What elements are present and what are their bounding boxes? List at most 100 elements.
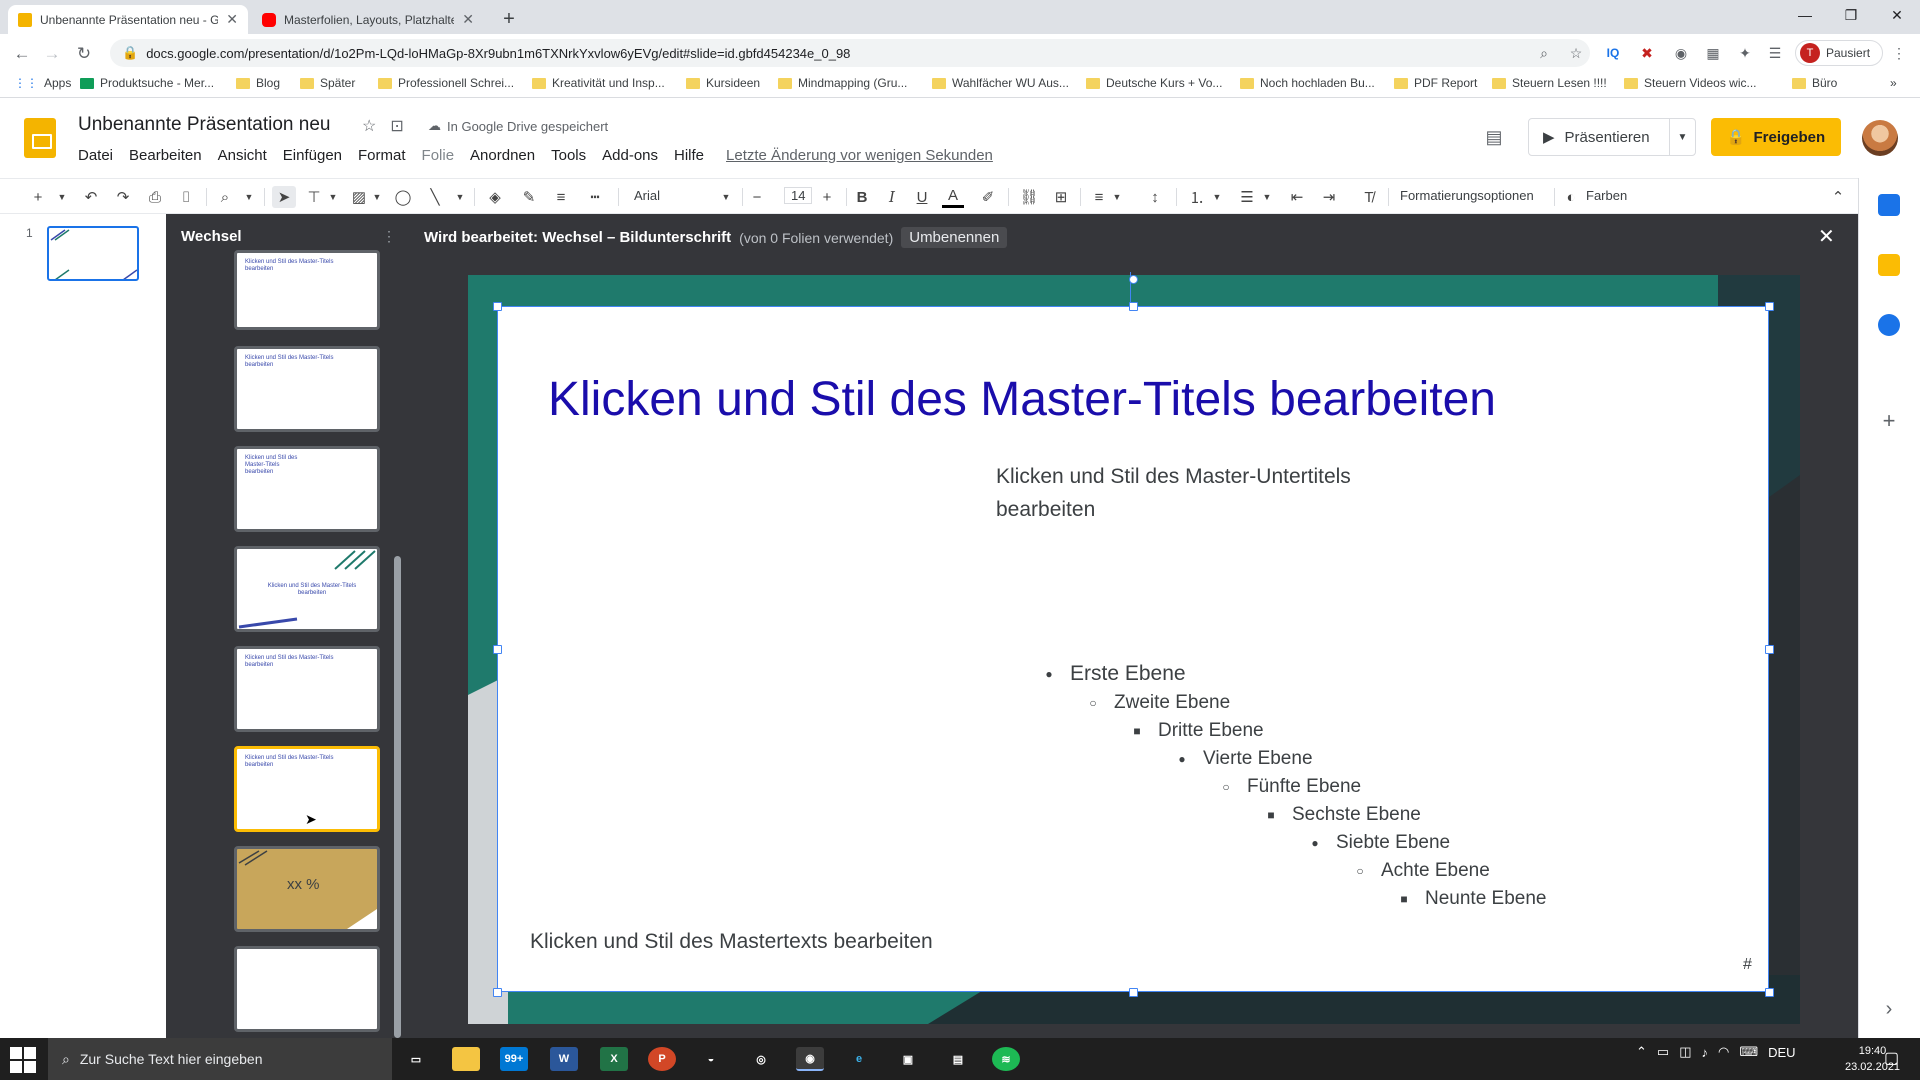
excel-icon[interactable]: X bbox=[600, 1047, 628, 1071]
menu-format[interactable]: Format bbox=[350, 147, 414, 164]
tasks-icon[interactable] bbox=[1878, 314, 1900, 336]
add-comment-icon[interactable]: ⊞ bbox=[1050, 186, 1072, 208]
slides-logo-icon[interactable] bbox=[24, 118, 56, 158]
app-icon[interactable]: ▣ bbox=[894, 1047, 922, 1071]
chevron-down-icon[interactable]: ▼ bbox=[455, 186, 465, 208]
border-dash-icon[interactable]: ┅ bbox=[584, 186, 606, 208]
extension-icon[interactable]: ◉ bbox=[1670, 42, 1692, 64]
bookmark-item[interactable]: Professionell Schrei... bbox=[378, 76, 514, 90]
zoom-icon[interactable]: ⌕ bbox=[214, 186, 236, 208]
new-tab-button[interactable]: + bbox=[492, 5, 526, 34]
line-spacing-icon[interactable]: ↕ bbox=[1144, 186, 1166, 208]
bookmark-item[interactable]: Kreativität und Insp... bbox=[532, 76, 665, 90]
forward-arrow-icon[interactable]: → bbox=[40, 42, 64, 66]
notifications-icon[interactable]: ▢ bbox=[1884, 1048, 1899, 1068]
bookmark-item[interactable]: Produktsuche - Mer... bbox=[80, 76, 214, 90]
browser-tab-youtube[interactable]: Masterfolien, Layouts, Platzhalte ✕ bbox=[252, 5, 484, 34]
border-color-icon[interactable]: ✎ bbox=[518, 186, 540, 208]
word-icon[interactable]: W bbox=[550, 1047, 578, 1071]
calendar-icon[interactable] bbox=[1878, 194, 1900, 216]
language-indicator[interactable]: DEU bbox=[1768, 1045, 1795, 1060]
font-size-input[interactable]: 14 bbox=[784, 187, 813, 204]
resize-handle[interactable] bbox=[1765, 988, 1774, 997]
reading-list-icon[interactable]: ☰ bbox=[1764, 42, 1786, 64]
layout-thumbnail[interactable]: xx % bbox=[234, 846, 380, 932]
last-change-link[interactable]: Letzte Änderung vor wenigen Sekunden bbox=[712, 147, 1007, 164]
image-icon[interactable]: ▨ bbox=[348, 186, 370, 208]
bookmark-item[interactable]: Blog bbox=[236, 76, 280, 90]
line-icon[interactable]: ╲ bbox=[424, 186, 446, 208]
chevron-down-icon[interactable]: ▼ bbox=[57, 186, 67, 208]
share-button[interactable]: 🔒 Freigeben bbox=[1711, 118, 1841, 156]
extension-iq-icon[interactable]: IQ bbox=[1602, 42, 1624, 64]
menu-bearbeiten[interactable]: Bearbeiten bbox=[121, 147, 210, 164]
extension-icon[interactable]: ✖ bbox=[1636, 42, 1658, 64]
layout-thumbnail[interactable]: Klicken und Stil des Master-Titels bearb… bbox=[234, 646, 380, 732]
chevron-down-icon[interactable]: ▼ bbox=[372, 186, 382, 208]
menu-addons[interactable]: Add-ons bbox=[594, 147, 666, 164]
layout-thumbnail[interactable]: Klicken und Stil des Master-Titels bearb… bbox=[234, 346, 380, 432]
slide-thumbnail[interactable] bbox=[47, 226, 139, 281]
more-options-icon[interactable]: ⋮ bbox=[382, 228, 396, 245]
chevron-down-icon[interactable]: ▼ bbox=[1669, 119, 1695, 155]
border-weight-icon[interactable]: ≡ bbox=[550, 186, 572, 208]
app-icon[interactable]: ▤ bbox=[944, 1047, 972, 1071]
resize-handle[interactable] bbox=[493, 645, 502, 654]
bookmark-item[interactable]: Deutsche Kurs + Vo... bbox=[1086, 76, 1222, 90]
resize-handle[interactable] bbox=[1765, 645, 1774, 654]
text-color-icon[interactable]: A bbox=[942, 186, 964, 208]
add-addon-icon[interactable]: + bbox=[1878, 410, 1900, 432]
menu-ansicht[interactable]: Ansicht bbox=[210, 147, 275, 164]
layout-thumbnail[interactable] bbox=[234, 946, 380, 1032]
app-icon[interactable]: ◒ bbox=[697, 1047, 725, 1071]
undo-icon[interactable]: ↶ bbox=[80, 186, 102, 208]
keyboard-icon[interactable]: ⌨ bbox=[1739, 1044, 1758, 1060]
rename-button[interactable]: Umbenennen bbox=[901, 227, 1008, 248]
comment-history-icon[interactable]: ▤ bbox=[1480, 124, 1508, 150]
chevron-down-icon[interactable]: ▼ bbox=[1112, 186, 1122, 208]
chevron-down-icon[interactable]: ▼ bbox=[1262, 186, 1272, 208]
extensions-puzzle-icon[interactable]: ✦ bbox=[1734, 42, 1756, 64]
task-view-icon[interactable]: ▭ bbox=[402, 1047, 430, 1071]
back-arrow-icon[interactable]: ← bbox=[10, 42, 34, 66]
spotify-icon[interactable]: ≋ bbox=[992, 1047, 1020, 1071]
keep-icon[interactable] bbox=[1878, 254, 1900, 276]
layout-thumbnail[interactable]: Klicken und Stil des Master-Titels bearb… bbox=[234, 250, 380, 330]
bookmarks-overflow-icon[interactable]: » bbox=[1890, 76, 1897, 90]
reload-icon[interactable]: ↻ bbox=[72, 42, 96, 66]
italic-icon[interactable]: I bbox=[882, 186, 902, 208]
menu-tools[interactable]: Tools bbox=[543, 147, 594, 164]
link-icon[interactable]: ⛓ bbox=[1018, 186, 1040, 208]
edge-icon[interactable]: e bbox=[845, 1047, 873, 1071]
wifi-icon[interactable]: ◠ bbox=[1718, 1044, 1729, 1060]
bookmark-item[interactable]: Später bbox=[300, 76, 355, 90]
colors-button[interactable]: Farben bbox=[1586, 188, 1627, 203]
increase-indent-icon[interactable]: ⇥ bbox=[1318, 186, 1340, 208]
print-icon[interactable]: ⎙ bbox=[144, 186, 166, 208]
bold-icon[interactable]: B bbox=[852, 186, 872, 208]
move-folder-icon[interactable]: ⊡ bbox=[390, 116, 403, 136]
chevron-down-icon[interactable]: ▼ bbox=[328, 186, 338, 208]
shape-icon[interactable]: ◯ bbox=[392, 186, 414, 208]
mail-icon[interactable]: 99+ bbox=[500, 1047, 528, 1071]
chevron-right-icon[interactable]: › bbox=[1878, 998, 1900, 1020]
close-window-button[interactable]: ✕ bbox=[1874, 0, 1920, 30]
powerpoint-icon[interactable]: P bbox=[648, 1047, 676, 1071]
close-icon[interactable]: ✕ bbox=[1818, 224, 1835, 249]
menu-einfuegen[interactable]: Einfügen bbox=[275, 147, 350, 164]
numbered-list-icon[interactable]: ⒈ bbox=[1186, 186, 1208, 208]
bookmark-item[interactable]: Noch hochladen Bu... bbox=[1240, 76, 1375, 90]
menu-hilfe[interactable]: Hilfe bbox=[666, 147, 712, 164]
font-select[interactable]: Arial bbox=[634, 188, 660, 203]
windows-start-icon[interactable] bbox=[10, 1047, 36, 1073]
paint-format-icon[interactable]: ⌷ bbox=[175, 186, 197, 208]
bookmark-item[interactable]: Mindmapping (Gru... bbox=[778, 76, 907, 90]
clear-formatting-icon[interactable]: T̸ bbox=[1358, 186, 1380, 208]
volume-icon[interactable]: ♪ bbox=[1702, 1045, 1709, 1060]
meet-now-icon[interactable]: ▭ bbox=[1657, 1044, 1669, 1060]
browser-tab-slides[interactable]: Unbenannte Präsentation neu - G ✕ bbox=[8, 5, 248, 34]
palette-icon[interactable]: ◐ bbox=[1562, 186, 1580, 208]
resize-handle[interactable] bbox=[493, 302, 502, 311]
chevron-down-icon[interactable]: ▼ bbox=[721, 186, 731, 208]
profile-button[interactable]: T Pausiert bbox=[1795, 40, 1883, 66]
